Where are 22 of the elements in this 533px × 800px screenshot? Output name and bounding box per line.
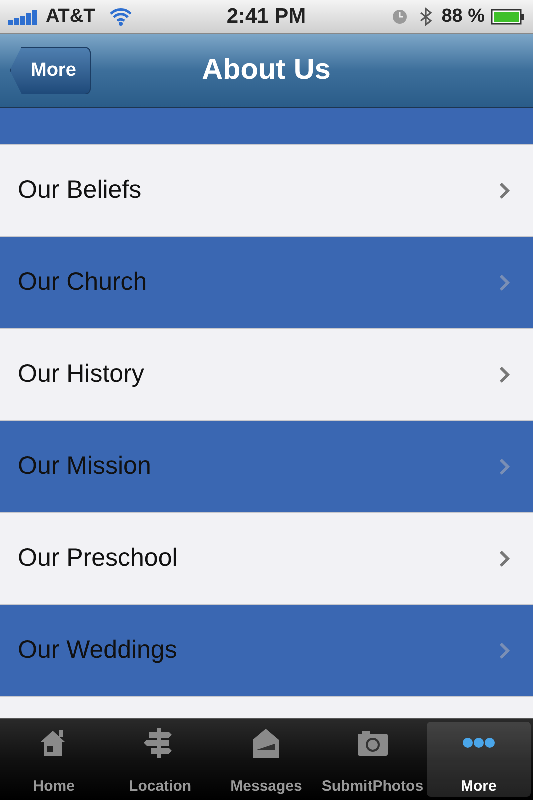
tab-button[interactable]: More — [426, 722, 532, 797]
chevron-icon — [499, 182, 511, 200]
tab-button[interactable]: Messages — [214, 722, 319, 797]
tab-button[interactable]: Home — [2, 722, 106, 797]
tab-button[interactable]: Location — [108, 722, 212, 797]
battery-icon — [491, 8, 525, 24]
chevron-icon — [499, 550, 511, 568]
chevron-icon — [499, 274, 511, 292]
back-button[interactable]: More — [10, 46, 92, 94]
tab-button[interactable]: SubmitPhotos — [320, 722, 425, 797]
bluetooth-icon — [420, 6, 432, 26]
signal-icon — [8, 8, 40, 24]
wifi-icon — [109, 8, 134, 26]
clock-time: 2:41 PM — [226, 4, 306, 28]
battery-percent: 88 % — [442, 6, 485, 28]
chevron-icon — [499, 458, 511, 476]
page-title: About Us — [202, 54, 331, 87]
chevron-icon — [499, 366, 511, 384]
carrier-name: AT&T — [46, 6, 96, 28]
clock-icon — [392, 8, 408, 24]
more-icon — [462, 737, 496, 749]
chevron-icon — [499, 642, 511, 660]
